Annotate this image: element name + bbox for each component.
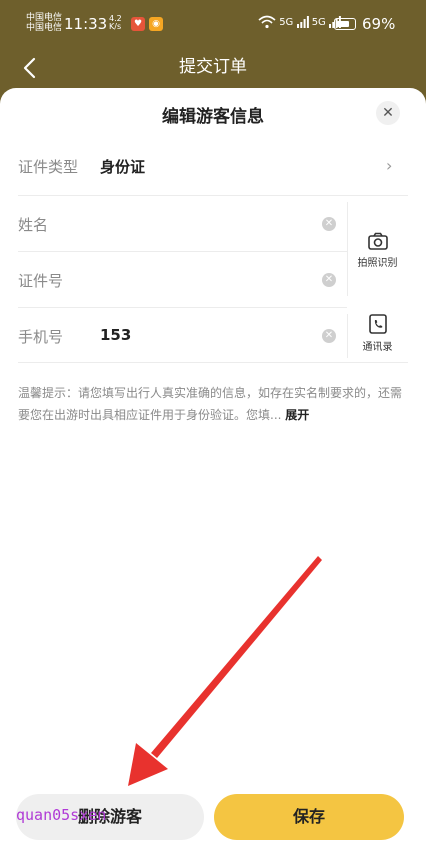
id-type-label: 证件类型: [18, 158, 79, 176]
camera-icon: [367, 232, 388, 250]
weibo-icon: ◉: [149, 17, 163, 31]
clear-phone-icon[interactable]: ✕: [322, 329, 336, 343]
tip-body: 温馨提示：请您填写出行人真实准确的信息，如存在实名制要求的，还需要您在出游时出具…: [18, 386, 403, 422]
carrier-1: 中国电信: [26, 13, 63, 23]
net-speed: 4.2 K/s: [109, 15, 122, 31]
contacts-label: 通讯录: [362, 342, 393, 353]
status-time: 11:33: [64, 15, 108, 33]
status-bar: 中国电信 中国电信 11:33 4.2 K/s ♥ ◉ 5G 5G 69%: [0, 0, 426, 50]
phone-label: 手机号: [18, 328, 64, 346]
chevron-right-icon: ›: [386, 156, 393, 175]
id-type-value: 身份证: [100, 158, 146, 176]
page-title: 提交订单: [179, 57, 247, 77]
tip-text: 温馨提示：请您填写出行人真实准确的信息，如存在实名制要求的，还需要您在出游时出具…: [18, 382, 408, 426]
sheet-title: 编辑游客信息: [162, 107, 264, 127]
notification-app-icon: ♥: [131, 17, 145, 31]
name-row: 姓名 ✕: [18, 214, 347, 252]
photo-recognize-label: 拍照识别: [357, 258, 398, 269]
clear-id-number-icon[interactable]: ✕: [322, 273, 336, 287]
carrier-labels: 中国电信 中国电信: [26, 13, 62, 33]
contacts-button[interactable]: 通讯录: [347, 314, 407, 358]
system-icons: 5G 5G: [258, 15, 341, 29]
signal-bars-icon: [296, 16, 312, 28]
battery-percent: 69%: [362, 15, 396, 33]
id-type-row[interactable]: 证件类型 身份证 ›: [18, 156, 408, 196]
contacts-book-icon: [368, 314, 387, 334]
battery-level: [337, 21, 349, 27]
signal-label-2: 5G: [311, 17, 326, 28]
watermark: quan05sxen: [16, 806, 107, 824]
wifi-icon: [258, 15, 279, 29]
signal-label-1: 5G: [279, 17, 294, 28]
name-label: 姓名: [18, 216, 49, 234]
app-header: 提交订单: [0, 50, 426, 90]
clear-name-icon[interactable]: ✕: [322, 217, 336, 231]
close-button[interactable]: ✕: [376, 101, 400, 125]
id-number-label: 证件号: [18, 272, 64, 290]
close-icon: ✕: [382, 105, 394, 121]
edit-traveler-sheet: 编辑游客信息 ✕ 证件类型 身份证 › 姓名 ✕ 证件号 ✕ 拍照识别 手机号 …: [0, 88, 426, 850]
net-speed-unit: K/s: [109, 22, 122, 31]
phone-input[interactable]: 153: [100, 326, 131, 344]
expand-link[interactable]: 展开: [285, 408, 309, 422]
save-button[interactable]: 保存: [214, 794, 404, 840]
photo-recognize-button[interactable]: 拍照识别: [347, 202, 407, 296]
id-number-row: 证件号 ✕: [18, 270, 347, 308]
carrier-2: 中国电信: [26, 23, 63, 33]
